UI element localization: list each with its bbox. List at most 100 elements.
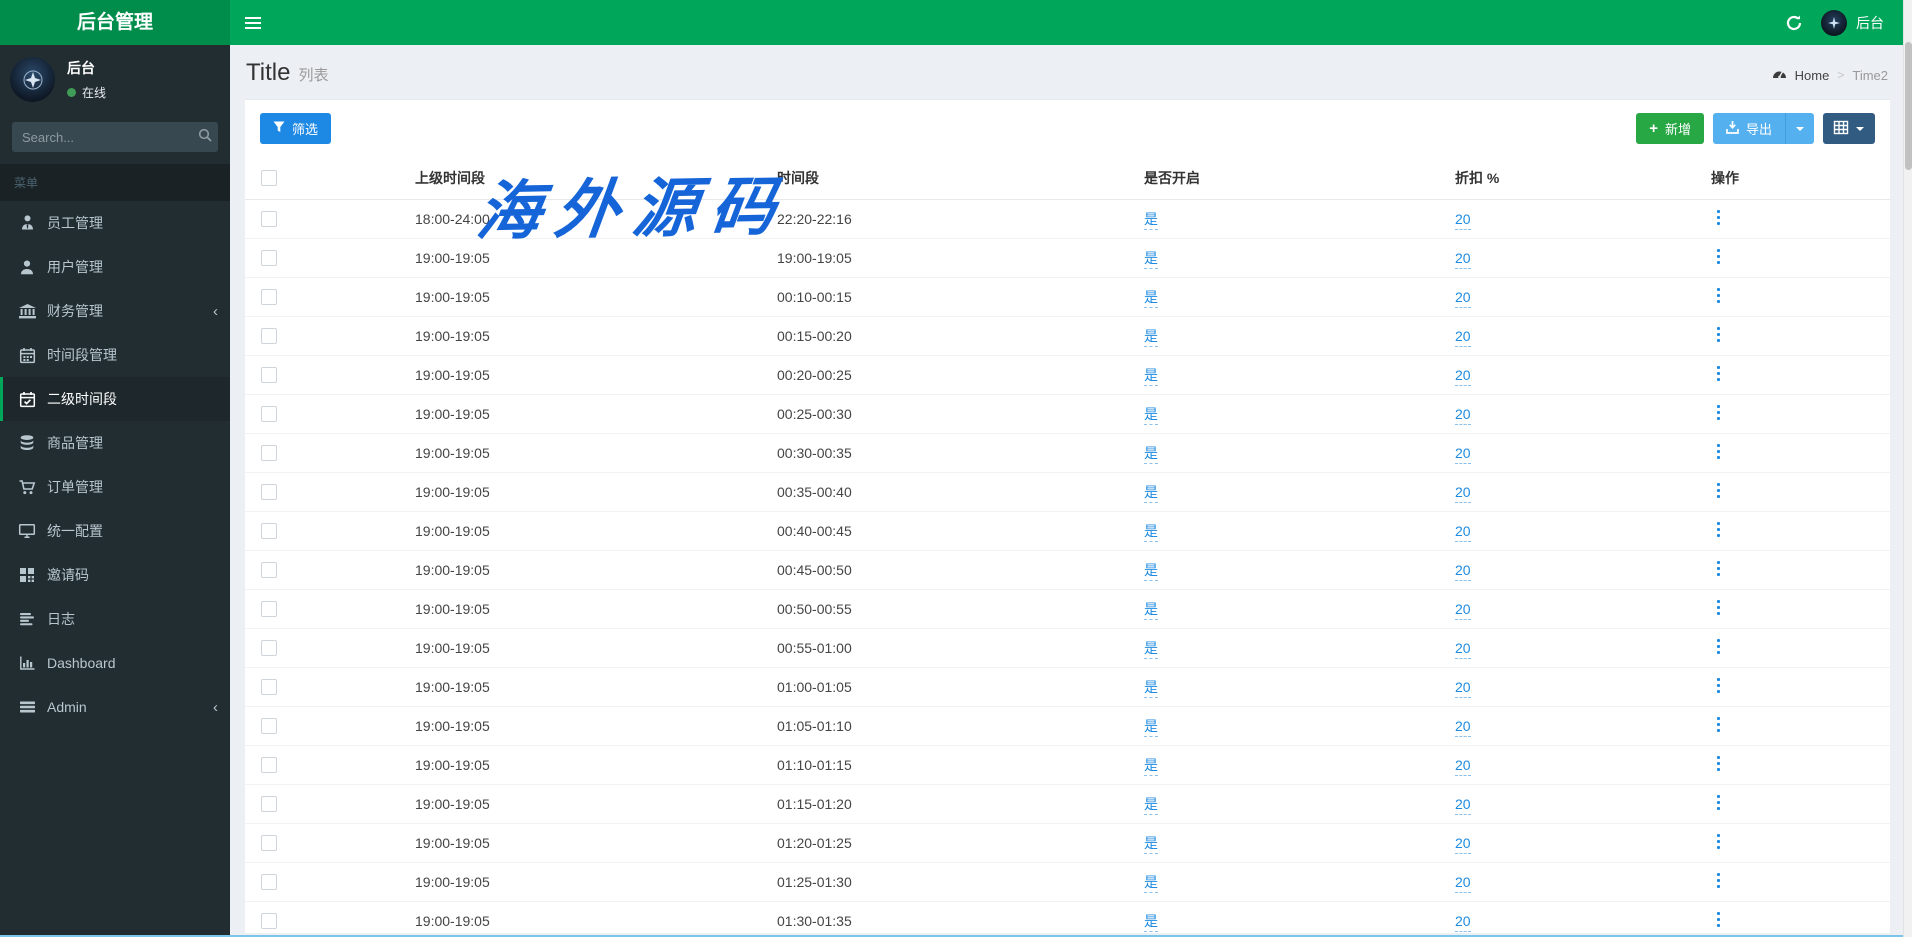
row-actions-menu-icon[interactable] [1717, 366, 1720, 369]
row-actions-menu-icon[interactable] [1717, 678, 1720, 681]
enabled-toggle-link[interactable]: 是 [1144, 679, 1158, 698]
sidebar-menu-item[interactable]: Admin ‹ [0, 685, 230, 729]
row-actions-menu-icon[interactable] [1717, 912, 1720, 915]
discount-edit-link[interactable]: 20 [1455, 484, 1471, 503]
row-actions-menu-icon[interactable] [1717, 834, 1720, 837]
enabled-toggle-link[interactable]: 是 [1144, 445, 1158, 464]
sidebar-menu-item[interactable]: 用户管理 ‹ [0, 245, 230, 289]
row-checkbox[interactable] [261, 289, 277, 305]
sidebar-menu-item[interactable]: 二级时间段 ‹ [0, 377, 230, 421]
enabled-toggle-link[interactable]: 是 [1144, 289, 1158, 308]
export-button[interactable]: 导出 [1713, 113, 1785, 144]
row-checkbox[interactable] [261, 913, 277, 929]
sidebar-menu-item[interactable]: 商品管理 ‹ [0, 421, 230, 465]
discount-edit-link[interactable]: 20 [1455, 874, 1471, 893]
enabled-toggle-link[interactable]: 是 [1144, 406, 1158, 425]
discount-edit-link[interactable]: 20 [1455, 406, 1471, 425]
discount-edit-link[interactable]: 20 [1455, 757, 1471, 776]
sidebar-menu-item[interactable]: 订单管理 ‹ [0, 465, 230, 509]
row-actions-menu-icon[interactable] [1717, 405, 1720, 408]
discount-edit-link[interactable]: 20 [1455, 445, 1471, 464]
sidebar-menu-item[interactable]: 员工管理 ‹ [0, 201, 230, 245]
row-checkbox[interactable] [261, 484, 277, 500]
enabled-toggle-link[interactable]: 是 [1144, 367, 1158, 386]
enabled-toggle-link[interactable]: 是 [1144, 523, 1158, 542]
row-checkbox[interactable] [261, 562, 277, 578]
row-checkbox[interactable] [261, 328, 277, 344]
enabled-toggle-link[interactable]: 是 [1144, 757, 1158, 776]
scrollbar-thumb[interactable] [1905, 42, 1912, 170]
row-checkbox[interactable] [261, 367, 277, 383]
row-checkbox[interactable] [261, 211, 277, 227]
row-actions-menu-icon[interactable] [1717, 327, 1720, 330]
discount-edit-link[interactable]: 20 [1455, 718, 1471, 737]
refresh-icon[interactable] [1785, 14, 1803, 32]
row-actions-menu-icon[interactable] [1717, 756, 1720, 759]
discount-edit-link[interactable]: 20 [1455, 523, 1471, 542]
row-checkbox[interactable] [261, 796, 277, 812]
row-checkbox[interactable] [261, 406, 277, 422]
row-actions-menu-icon[interactable] [1717, 795, 1720, 798]
row-checkbox[interactable] [261, 640, 277, 656]
user-menu[interactable]: 后台 [1821, 10, 1884, 36]
row-actions-menu-icon[interactable] [1717, 717, 1720, 720]
row-checkbox[interactable] [261, 250, 277, 266]
filter-button[interactable]: 筛选 [260, 113, 331, 144]
row-checkbox[interactable] [261, 601, 277, 617]
enabled-toggle-link[interactable]: 是 [1144, 796, 1158, 815]
search-input[interactable] [22, 130, 198, 145]
enabled-toggle-link[interactable]: 是 [1144, 874, 1158, 893]
discount-edit-link[interactable]: 20 [1455, 250, 1471, 269]
row-actions-menu-icon[interactable] [1717, 600, 1720, 603]
column-settings-button[interactable] [1823, 113, 1875, 144]
discount-edit-link[interactable]: 20 [1455, 913, 1471, 932]
row-actions-menu-icon[interactable] [1717, 210, 1720, 213]
search-icon[interactable] [198, 128, 212, 147]
row-actions-menu-icon[interactable] [1717, 522, 1720, 525]
discount-edit-link[interactable]: 20 [1455, 289, 1471, 308]
row-checkbox[interactable] [261, 679, 277, 695]
enabled-toggle-link[interactable]: 是 [1144, 484, 1158, 503]
row-checkbox[interactable] [261, 718, 277, 734]
discount-edit-link[interactable]: 20 [1455, 562, 1471, 581]
discount-edit-link[interactable]: 20 [1455, 796, 1471, 815]
discount-edit-link[interactable]: 20 [1455, 679, 1471, 698]
enabled-toggle-link[interactable]: 是 [1144, 328, 1158, 347]
row-actions-menu-icon[interactable] [1717, 561, 1720, 564]
enabled-toggle-link[interactable]: 是 [1144, 718, 1158, 737]
row-checkbox[interactable] [261, 835, 277, 851]
row-checkbox[interactable] [261, 523, 277, 539]
row-actions-menu-icon[interactable] [1717, 873, 1720, 876]
row-actions-menu-icon[interactable] [1717, 639, 1720, 642]
enabled-toggle-link[interactable]: 是 [1144, 913, 1158, 932]
row-actions-menu-icon[interactable] [1717, 483, 1720, 486]
sidebar-menu-item[interactable]: 邀请码 ‹ [0, 553, 230, 597]
breadcrumb-home-link[interactable]: Home [1795, 68, 1830, 83]
add-button[interactable]: + 新增 [1636, 113, 1704, 144]
enabled-toggle-link[interactable]: 是 [1144, 835, 1158, 854]
vertical-scrollbar[interactable] [1903, 0, 1912, 937]
row-checkbox[interactable] [261, 445, 277, 461]
sidebar-menu-item[interactable]: 时间段管理 ‹ [0, 333, 230, 377]
discount-edit-link[interactable]: 20 [1455, 367, 1471, 386]
sidebar-menu-item[interactable]: 财务管理 ‹ [0, 289, 230, 333]
sidebar-menu-item[interactable]: 统一配置 ‹ [0, 509, 230, 553]
enabled-toggle-link[interactable]: 是 [1144, 250, 1158, 269]
enabled-toggle-link[interactable]: 是 [1144, 562, 1158, 581]
enabled-toggle-link[interactable]: 是 [1144, 601, 1158, 620]
discount-edit-link[interactable]: 20 [1455, 211, 1471, 230]
row-actions-menu-icon[interactable] [1717, 249, 1720, 252]
discount-edit-link[interactable]: 20 [1455, 835, 1471, 854]
discount-edit-link[interactable]: 20 [1455, 328, 1471, 347]
sidebar-menu-item[interactable]: Dashboard ‹ [0, 641, 230, 685]
row-checkbox[interactable] [261, 874, 277, 890]
discount-edit-link[interactable]: 20 [1455, 601, 1471, 620]
select-all-checkbox[interactable] [261, 170, 277, 186]
row-actions-menu-icon[interactable] [1717, 288, 1720, 291]
sidebar-toggle-button[interactable] [230, 0, 276, 45]
enabled-toggle-link[interactable]: 是 [1144, 211, 1158, 230]
sidebar-menu-item[interactable]: 日志 ‹ [0, 597, 230, 641]
row-actions-menu-icon[interactable] [1717, 444, 1720, 447]
discount-edit-link[interactable]: 20 [1455, 640, 1471, 659]
enabled-toggle-link[interactable]: 是 [1144, 640, 1158, 659]
